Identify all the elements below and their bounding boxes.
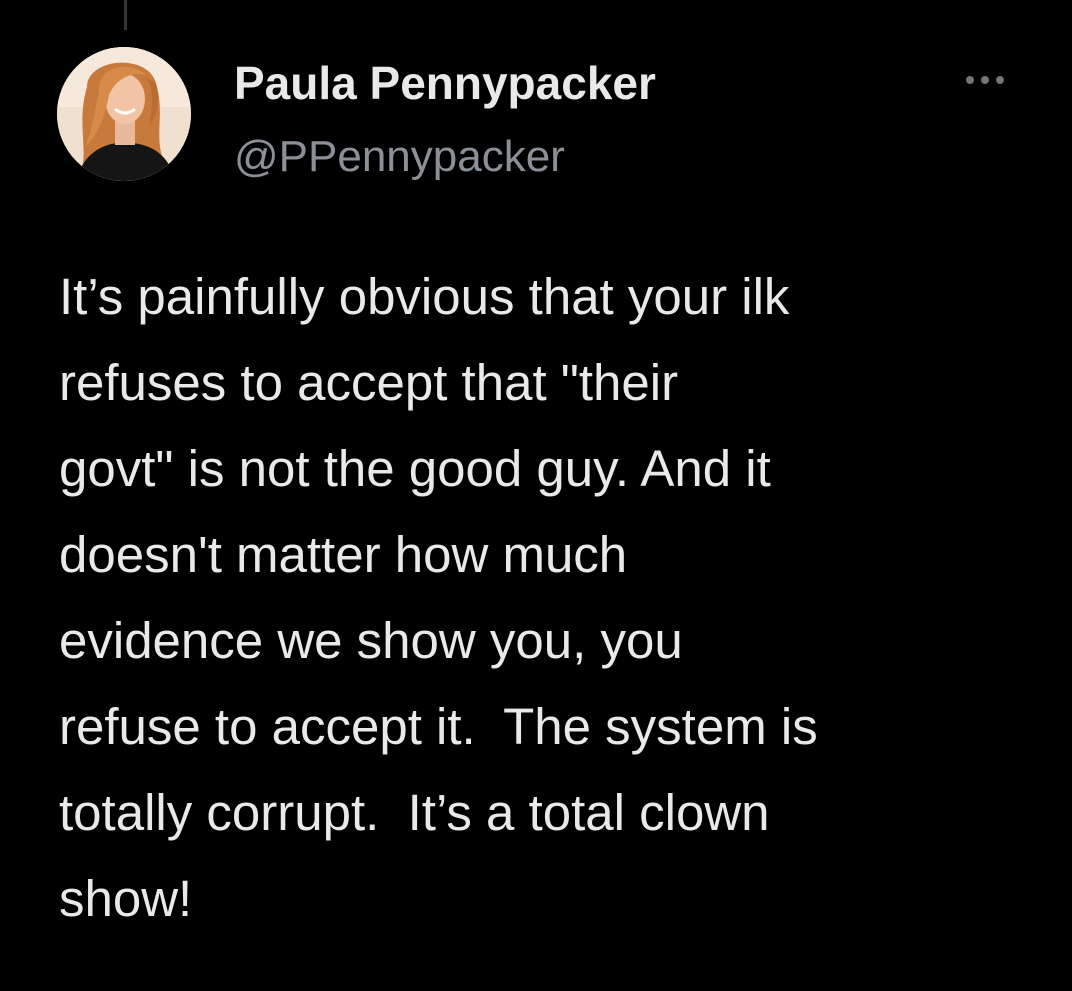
thread-connector-line (124, 0, 127, 30)
author-handle[interactable]: @PPennypacker (234, 132, 565, 182)
tweet-text-line: refuse to accept it. The system is (59, 698, 818, 755)
author-avatar[interactable] (57, 47, 191, 181)
tweet-text-line: govt" is not the good guy. And it (59, 440, 771, 497)
tweet-text-line: evidence we show you, you (59, 612, 683, 669)
more-dot (996, 76, 1004, 84)
tweet-text-line: totally corrupt. It’s a total clown (59, 784, 770, 841)
more-options-icon[interactable] (950, 60, 1020, 100)
tweet-text-line: refuses to accept that "their (59, 354, 679, 411)
avatar-photo-icon (57, 47, 191, 181)
more-dot (981, 76, 989, 84)
author-display-name[interactable]: Paula Pennypacker (234, 56, 656, 110)
more-dot (966, 76, 974, 84)
tweet-text-line: It’s painfully obvious that your ilk (59, 268, 790, 325)
tweet-text: It’s painfully obvious that your ilk ref… (59, 254, 1039, 942)
tweet-text-line: show! (59, 870, 193, 927)
tweet-text-line: doesn't matter how much (59, 526, 628, 583)
